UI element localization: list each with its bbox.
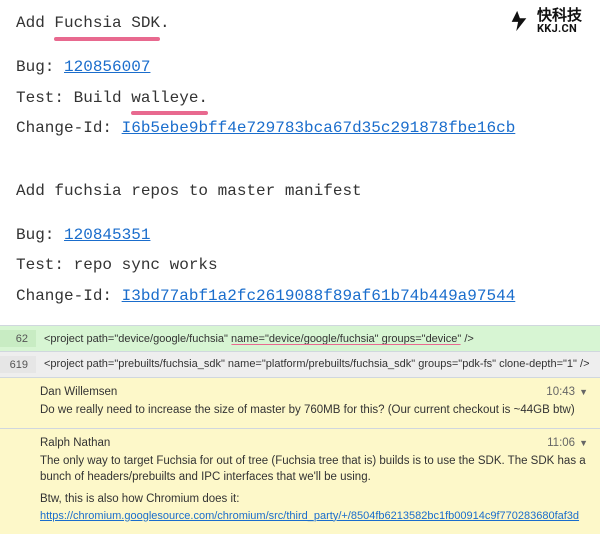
bug-line-1: Bug: 120856007 [16, 52, 584, 82]
comment-time-text: 11:06 [547, 437, 575, 449]
watermark-cn: 快科技 [537, 8, 582, 23]
commit-title-suffix: . [160, 14, 170, 32]
change-id-link-2[interactable]: I3bd77abf1a2fc2619088f89af61b74b449a9754… [122, 287, 516, 305]
bug-label: Bug: [16, 58, 64, 76]
comment-time: 11:06 ▼ [547, 437, 588, 449]
highlight-project-attrs: name="device/google/fuchsia" groups="dev… [231, 333, 461, 345]
line-number: 619 [0, 356, 36, 373]
comment-time: 10:43 ▼ [546, 386, 588, 398]
code-prefix: <project path="device/google/fuchsia" [44, 333, 231, 345]
test-label: Test: [16, 89, 74, 107]
comment-text: Do we really need to increase the size o… [40, 402, 588, 418]
bug-label: Bug: [16, 226, 64, 244]
line-number: 62 [0, 330, 36, 347]
test-line-1: Test: Build walleye. [16, 83, 584, 113]
change-id-link-1[interactable]: I6b5ebe9bff4e729783bca67d35c291878fbe16c… [122, 119, 516, 137]
code-highlight-text: name="device/google/fuchsia" groups="dev… [231, 333, 461, 345]
diff-line-added[interactable]: 62 <project path="device/google/fuchsia"… [0, 325, 600, 351]
diff-section: 62 <project path="device/google/fuchsia"… [0, 325, 600, 534]
caret-down-icon[interactable]: ▼ [579, 438, 588, 448]
comment-time-text: 10:43 [546, 386, 575, 398]
commit-title-prefix: Add [16, 14, 54, 32]
code-suffix: /> [461, 333, 474, 345]
bug-link-1[interactable]: 120856007 [64, 58, 150, 76]
commit-block-2: Add fuchsia repos to master manifest Bug… [0, 158, 600, 326]
watermark-url: KKJ.CN [537, 23, 582, 34]
bug-line-2: Bug: 120845351 [16, 220, 584, 250]
bolt-icon [505, 9, 533, 33]
caret-down-icon[interactable]: ▼ [579, 387, 588, 397]
review-comment-1[interactable]: Dan Willemsen 10:43 ▼ Do we really need … [0, 377, 600, 428]
pink-underline-icon [231, 344, 461, 345]
code-cell-added: <project path="device/google/fuchsia" na… [36, 333, 600, 345]
highlight-fuchsia-sdk: Fuchsia SDK [54, 8, 160, 38]
test-prefix: Build [74, 89, 132, 107]
change-label: Change-Id: [16, 287, 122, 305]
bug-link-2[interactable]: 120845351 [64, 226, 150, 244]
diff-line-context[interactable]: 619 <project path="prebuilts/fuchsia_sdk… [0, 351, 600, 377]
review-comment-2[interactable]: Ralph Nathan 11:06 ▼ The only way to tar… [0, 428, 600, 534]
change-label: Change-Id: [16, 119, 122, 137]
comment-body: The only way to target Fuchsia for out o… [40, 453, 588, 524]
commit-title-1: Add Fuchsia SDK. [16, 8, 584, 38]
comment-author: Dan Willemsen [40, 386, 117, 398]
comment-text: The only way to target Fuchsia for out o… [40, 453, 588, 485]
test-line-2: Test: repo sync works [16, 250, 584, 280]
commit-title-2: Add fuchsia repos to master manifest [16, 176, 584, 206]
chromium-source-link[interactable]: https://chromium.googlesource.com/chromi… [40, 510, 579, 522]
test-label: Test: [16, 256, 74, 274]
comment-author: Ralph Nathan [40, 437, 110, 449]
comment-text: Btw, this is also how Chromium does it: [40, 491, 588, 507]
highlight-walleye: walleye. [131, 83, 208, 113]
test-value-2: repo sync works [74, 256, 218, 274]
comment-body: Do we really need to increase the size o… [40, 402, 588, 418]
watermark: 快科技 KKJ.CN [505, 8, 582, 34]
change-line-1: Change-Id: I6b5ebe9bff4e729783bca67d35c2… [16, 113, 584, 143]
code-cell-context: <project path="prebuilts/fuchsia_sdk" na… [36, 357, 600, 371]
change-line-2: Change-Id: I3bd77abf1a2fc2619088f89af61b… [16, 281, 584, 311]
